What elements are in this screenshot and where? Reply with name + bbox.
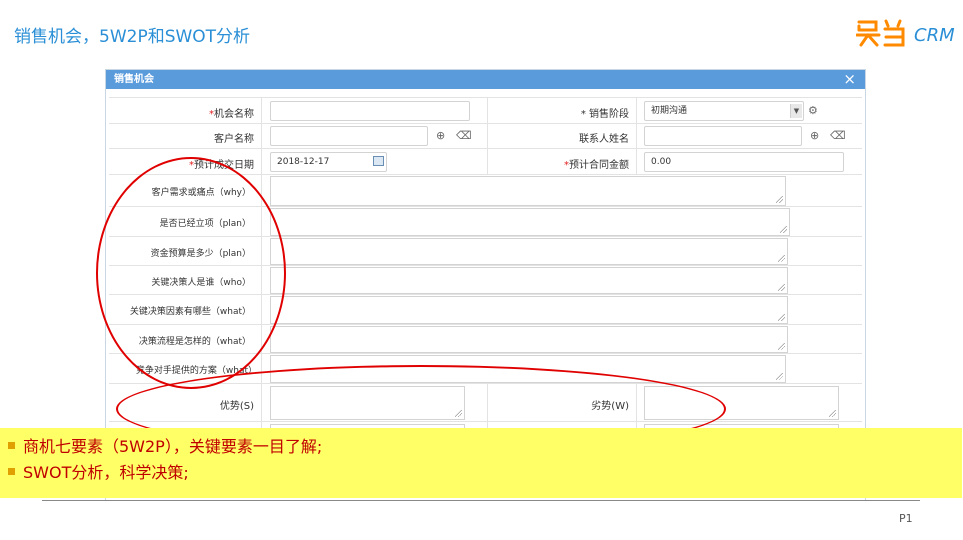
bullet-icon <box>8 468 15 475</box>
need-why-textarea[interactable] <box>270 176 786 206</box>
add-icon[interactable]: ⊕ <box>436 130 445 142</box>
form-row: 客户名称 ⊕ ⌫ 联系人姓名 ⊕ ⌫ <box>109 124 862 149</box>
add-icon[interactable]: ⊕ <box>810 130 819 142</box>
highlight-note-box: 商机七要素（5W2P），关键要素一目了解; SWOT分析，科学决策; <box>0 428 962 498</box>
chevron-down-icon[interactable]: ▼ <box>790 104 802 118</box>
project-plan-textarea[interactable] <box>270 208 790 236</box>
note-item: SWOT分析，科学决策; <box>8 459 189 483</box>
slide-title: 销售机会，5W2P和SWOT分析 <box>14 27 251 47</box>
factors-what-textarea[interactable] <box>270 296 788 324</box>
annotation-circle-5w2p <box>96 157 286 389</box>
customer-name-input[interactable] <box>270 126 428 146</box>
calendar-icon[interactable] <box>373 156 384 166</box>
close-icon[interactable]: × <box>843 70 856 88</box>
logo-crm-text: CRM <box>914 25 955 46</box>
opportunity-name-label: *机会名称 <box>209 109 254 120</box>
footer-divider <box>42 500 920 501</box>
expected-close-date-input[interactable]: 2018-12-17 <box>270 152 387 172</box>
contact-name-input[interactable] <box>644 126 802 146</box>
expected-amount-label: *预计合同金额 <box>564 160 629 171</box>
sales-stage-label: * 销售阶段 <box>580 109 629 120</box>
page-number: P1 <box>899 512 913 525</box>
budget-plan-textarea[interactable] <box>270 238 788 265</box>
process-what-textarea[interactable] <box>270 326 788 353</box>
dialog-header: 销售机会 × <box>106 70 865 89</box>
decision-who-textarea[interactable] <box>270 267 788 294</box>
contact-name-label: 联系人姓名 <box>579 134 629 145</box>
brand-logo: CRM <box>856 18 956 50</box>
expected-amount-input[interactable]: 0.00 <box>644 152 844 172</box>
gear-icon[interactable]: ⚙ <box>808 105 818 117</box>
dialog-title: 销售机会 <box>114 74 154 85</box>
clear-icon[interactable]: ⌫ <box>830 130 846 142</box>
note-item: 商机七要素（5W2P），关键要素一目了解; <box>8 433 322 457</box>
opportunity-name-input[interactable] <box>270 101 470 121</box>
form-row: *机会名称 * 销售阶段 初期沟通 ▼ ⚙ <box>109 98 862 124</box>
logo-mark-icon <box>856 19 905 47</box>
customer-name-label: 客户名称 <box>214 134 254 145</box>
clear-icon[interactable]: ⌫ <box>456 130 472 142</box>
sales-stage-select[interactable]: 初期沟通 ▼ <box>644 101 804 121</box>
bullet-icon <box>8 442 15 449</box>
